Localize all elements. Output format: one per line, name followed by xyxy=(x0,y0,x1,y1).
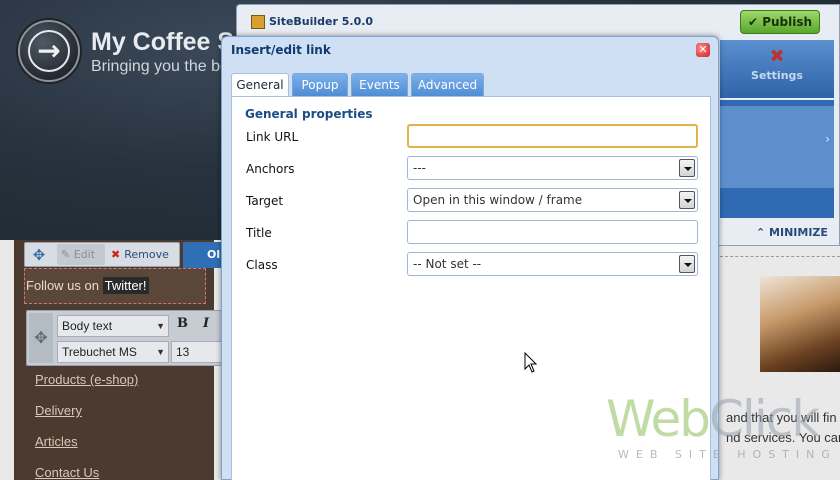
link-url-input[interactable] xyxy=(407,124,698,148)
sitebuilder-side-panel: › xyxy=(720,100,834,218)
dialog-title: Insert/edit link xyxy=(231,43,331,57)
side-panel-highlight xyxy=(720,106,834,188)
nav-link-products[interactable]: Products (e-shop) xyxy=(35,372,138,403)
double-chevron-up-icon: ⌃ xyxy=(756,226,770,239)
anchors-select[interactable]: --- xyxy=(407,156,698,180)
chevron-down-icon: ▼ xyxy=(156,347,165,357)
class-value: -- Not set -- xyxy=(413,257,482,271)
insert-edit-link-dialog: Insert/edit link ✕ General Popup Events … xyxy=(221,36,719,480)
arrow-right-icon: → xyxy=(37,34,61,67)
move-icon[interactable]: ✥ xyxy=(30,246,48,264)
remove-icon: ✖ xyxy=(111,248,121,261)
edit-label: Edit xyxy=(73,248,96,261)
body-text-line-1: and that you will fin xyxy=(726,410,837,425)
font-select[interactable]: Trebuchet MS ▼ xyxy=(57,341,169,363)
remove-button[interactable]: ✖ Remove xyxy=(111,244,181,265)
nav-link-articles[interactable]: Articles xyxy=(35,434,138,465)
checkmark-icon: ✔ xyxy=(747,15,763,29)
tools-icon: ✖ xyxy=(769,46,785,67)
target-select[interactable]: Open in this window / frame xyxy=(407,188,698,212)
settings-label: Settings xyxy=(751,69,803,82)
anchors-value: --- xyxy=(413,161,426,175)
target-label: Target xyxy=(246,194,284,208)
ok-tab[interactable]: Ol xyxy=(183,242,223,268)
twitter-link[interactable]: Twitter! xyxy=(102,277,149,294)
style-value: Body text xyxy=(62,319,113,333)
pencil-icon: ✎ xyxy=(61,248,74,261)
sitebuilder-title: SiteBuilder 5.0.0 xyxy=(251,15,373,29)
site-title: My Coffee S xyxy=(91,28,235,56)
text-format-toolbar: ✥ Body text ▼ B I Trebuchet MS ▼ 13 xyxy=(26,310,226,366)
sidebar-nav: Products (e-shop) Delivery Articles Cont… xyxy=(35,372,138,480)
font-size-input[interactable]: 13 xyxy=(171,341,225,363)
mouse-cursor-icon xyxy=(524,352,538,373)
anchors-label: Anchors xyxy=(246,162,295,176)
bold-button[interactable]: B xyxy=(177,316,188,331)
chevron-down-icon[interactable] xyxy=(679,159,695,177)
chevron-down-icon[interactable] xyxy=(679,191,695,209)
tab-general[interactable]: General xyxy=(231,73,289,98)
block-edit-toolbar: ✥ ✎ Edit ✖ Remove xyxy=(24,242,180,267)
sitebuilder-title-text: SiteBuilder 5.0.0 xyxy=(269,15,374,28)
follow-text-block[interactable]: Follow us on Twitter! xyxy=(24,268,206,304)
fieldset-title: General properties xyxy=(245,107,373,121)
target-value: Open in this window / frame xyxy=(413,193,583,207)
body-text: and that you will fin nd services. You c… xyxy=(726,408,840,448)
font-size-value: 13 xyxy=(176,345,190,359)
follow-text: Follow us on xyxy=(26,278,103,293)
title-input[interactable] xyxy=(407,220,698,244)
minimize-label: MINIMIZE xyxy=(769,226,828,239)
nav-link-contact[interactable]: Contact Us xyxy=(35,465,138,480)
chevron-down-icon[interactable] xyxy=(679,255,695,273)
publish-label: Publish xyxy=(762,15,813,29)
sitebuilder-logo-icon xyxy=(251,15,265,29)
drag-handle-icon[interactable]: ✥ xyxy=(29,313,53,363)
close-icon[interactable]: ✕ xyxy=(696,43,710,57)
font-value: Trebuchet MS xyxy=(62,345,137,359)
chevron-right-icon[interactable]: › xyxy=(825,132,830,146)
class-select[interactable]: -- Not set -- xyxy=(407,252,698,276)
remove-label: Remove xyxy=(124,248,169,261)
italic-button[interactable]: I xyxy=(203,316,209,331)
publish-button[interactable]: ✔ Publish xyxy=(740,10,820,34)
tab-events[interactable]: Events xyxy=(351,73,408,97)
style-select[interactable]: Body text ▼ xyxy=(57,315,169,337)
title-label: Title xyxy=(246,226,272,240)
site-tagline: Bringing you the be xyxy=(91,58,229,75)
divider xyxy=(720,256,840,257)
link-url-label: Link URL xyxy=(246,130,299,144)
tab-advanced[interactable]: Advanced xyxy=(411,73,484,97)
settings-tab[interactable]: ✖ Settings xyxy=(720,40,834,98)
minimize-button[interactable]: ⌃ MINIMIZE xyxy=(756,226,828,239)
body-text-line-2: nd services. You can xyxy=(726,430,840,445)
coffee-image xyxy=(760,276,840,372)
chevron-down-icon: ▼ xyxy=(156,321,165,331)
general-properties-panel: General properties Link URL Anchors --- … xyxy=(231,96,711,480)
tab-popup[interactable]: Popup xyxy=(292,73,348,97)
edit-button[interactable]: ✎ Edit xyxy=(57,244,105,265)
nav-link-delivery[interactable]: Delivery xyxy=(35,403,138,434)
site-logo: → xyxy=(18,20,80,82)
class-label: Class xyxy=(246,258,278,272)
